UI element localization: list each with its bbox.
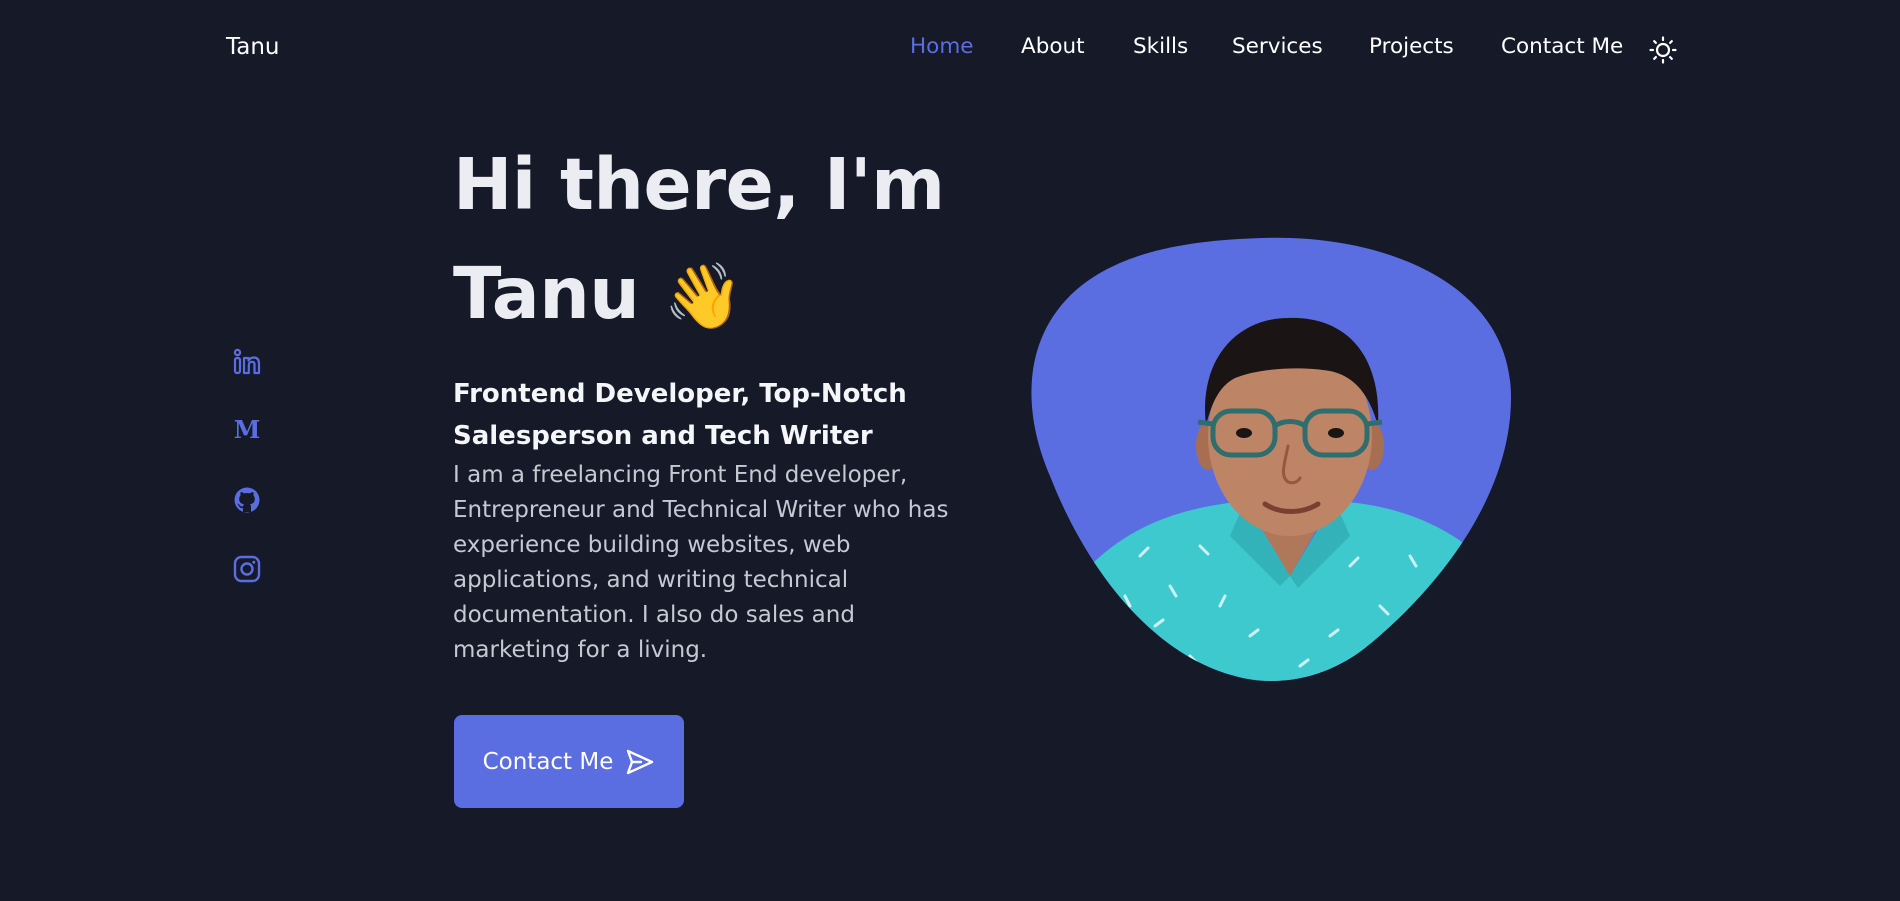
hero-description: I am a freelancing Front End developer, … <box>453 462 949 663</box>
nav-services[interactable]: Services <box>1232 34 1323 59</box>
hero-title: Hi there, I'm Tanu 👋 <box>453 130 945 352</box>
page: Tanu Home About Skills Services Projects… <box>0 0 1900 901</box>
nav-contact-me[interactable]: Contact Me <box>1501 34 1623 59</box>
svg-text:M: M <box>234 415 261 444</box>
main-nav: Home About Skills Services Projects Cont… <box>0 34 1900 66</box>
hero-title-name: Tanu <box>453 252 640 335</box>
contact-me-label: Contact Me <box>482 748 614 775</box>
nav-skills[interactable]: Skills <box>1133 34 1188 59</box>
waving-hand-icon: 👋 <box>663 260 744 334</box>
profile-photo <box>1030 236 1513 684</box>
medium-icon[interactable]: M <box>232 415 262 445</box>
hero-title-line1: Hi there, I'm <box>453 143 945 226</box>
nav-about[interactable]: About <box>1021 34 1085 59</box>
nav-home[interactable]: Home <box>910 34 974 59</box>
sun-icon[interactable] <box>1648 36 1678 64</box>
hero-subtitle: Frontend Developer, Top-Notch Salesperso… <box>453 379 907 451</box>
instagram-icon[interactable] <box>232 554 262 584</box>
linkedin-icon[interactable] <box>232 347 262 377</box>
nav-projects[interactable]: Projects <box>1369 34 1454 59</box>
contact-me-button[interactable]: Contact Me <box>454 715 684 808</box>
send-icon <box>627 749 654 774</box>
github-icon[interactable] <box>232 485 262 515</box>
